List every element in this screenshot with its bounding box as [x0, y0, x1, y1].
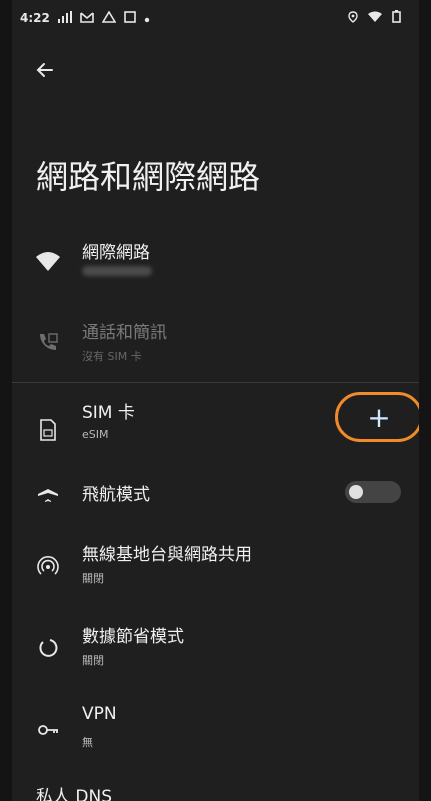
settings-screen: 4:22 網路和網際網路 網際網路 通話和簡訊 沒有 SIM 卡 SIM 卡 e…: [12, 0, 419, 801]
notification-dot-icon: [144, 12, 150, 26]
airplane-toggle[interactable]: [345, 481, 401, 503]
hotspot-label: 無線基地台與網路共用: [82, 545, 252, 565]
vpn-item[interactable]: VPN 無: [12, 704, 419, 760]
private-dns-item[interactable]: 私人 DNS: [12, 782, 419, 801]
sim-sub: eSIM: [82, 428, 109, 441]
sim-card-icon: [36, 418, 60, 442]
status-bar: 4:22: [12, 0, 419, 40]
wifi-status-icon: [368, 11, 382, 25]
section-divider: [12, 382, 419, 383]
calls-sms-label: 通話和簡訊: [82, 323, 167, 343]
private-dns-label: 私人 DNS: [36, 787, 113, 801]
data-saver-label: 數據節省模式: [82, 627, 184, 647]
status-icons-left: [58, 10, 150, 26]
data-saver-sub: 關閉: [82, 654, 104, 667]
back-button[interactable]: [30, 55, 60, 85]
internet-item[interactable]: 網際網路: [12, 232, 419, 292]
gmail-icon: [80, 11, 94, 26]
hotspot-sub: 關閉: [82, 572, 104, 585]
location-icon: [348, 10, 358, 26]
calendar-icon: [124, 11, 136, 26]
back-arrow-icon: [36, 63, 53, 77]
signal-icon: [58, 11, 72, 26]
hotspot-item[interactable]: 無線基地台與網路共用 關閉: [12, 540, 419, 596]
airplane-icon: [36, 480, 60, 504]
sim-label: SIM 卡: [82, 403, 135, 423]
call-sms-icon: [36, 330, 60, 354]
internet-network-blurred: [82, 266, 152, 276]
status-time: 4:22: [20, 11, 50, 25]
data-saver-icon: [36, 636, 60, 660]
calls-sms-sub: 沒有 SIM 卡: [82, 350, 142, 363]
page-title: 網路和網際網路: [36, 158, 261, 196]
hotspot-icon: [36, 554, 60, 578]
calls-sms-item: 通話和簡訊 沒有 SIM 卡: [12, 318, 419, 374]
toggle-knob: [349, 485, 363, 499]
wifi-icon: [36, 249, 60, 273]
internet-label: 網際網路: [82, 243, 150, 263]
vpn-label: VPN: [82, 704, 117, 724]
status-icons-right: [348, 10, 401, 26]
drive-icon: [101, 10, 117, 26]
airplane-label: 飛航模式: [82, 485, 150, 505]
battery-icon: [392, 10, 401, 26]
data-saver-item[interactable]: 數據節省模式 關閉: [12, 622, 419, 678]
vpn-key-icon: [36, 718, 60, 742]
add-sim-button[interactable]: +: [335, 392, 419, 442]
add-icon: +: [367, 400, 391, 434]
vpn-sub: 無: [82, 736, 93, 749]
